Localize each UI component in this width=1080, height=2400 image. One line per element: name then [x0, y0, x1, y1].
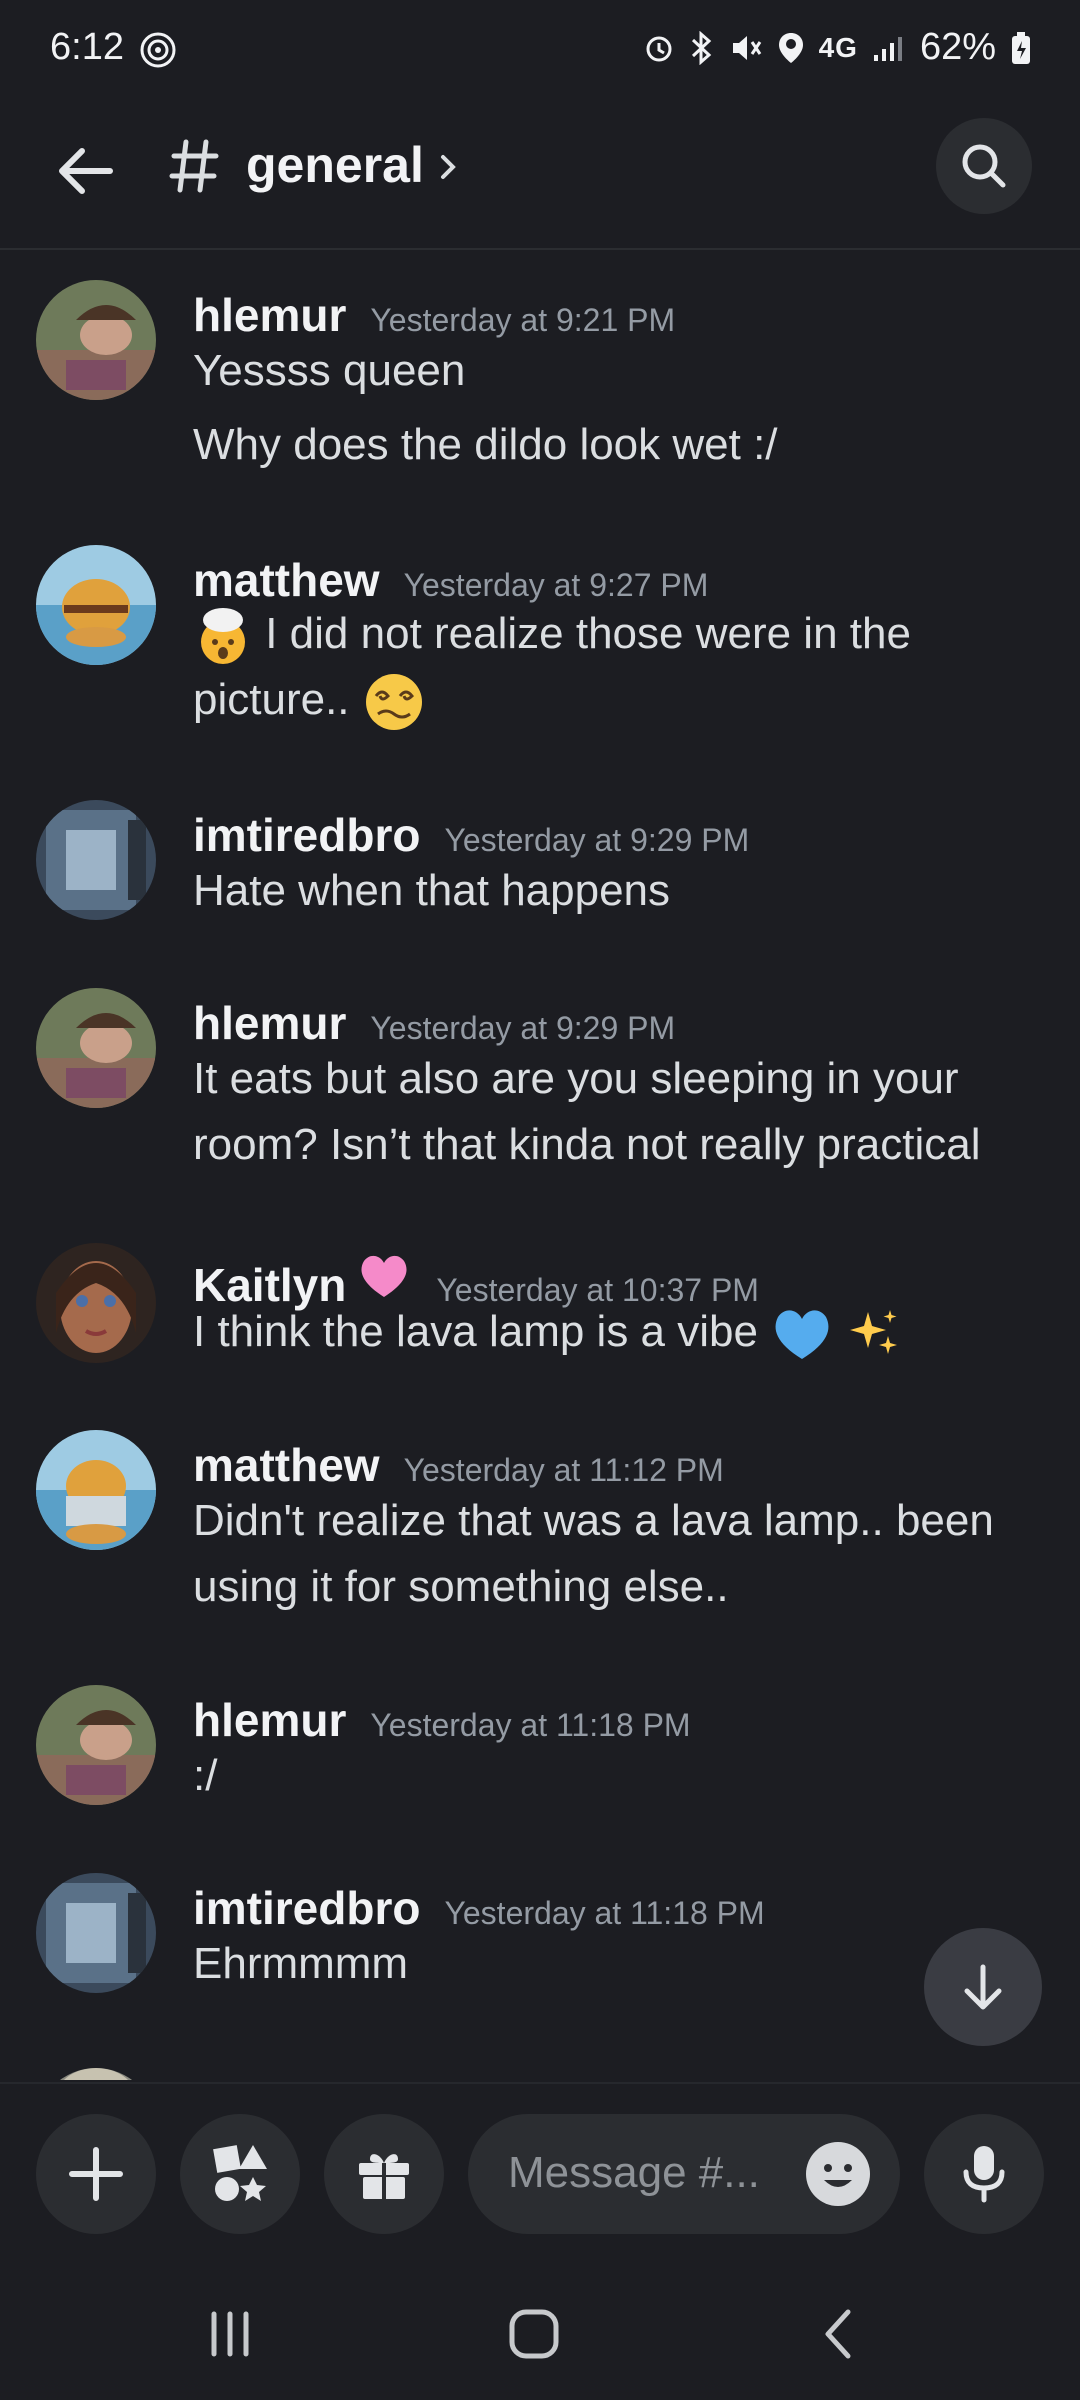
message-input-placeholder: Message #... — [508, 2148, 760, 2197]
username[interactable]: imtiredbro — [193, 1881, 420, 1935]
signal-icon — [872, 33, 906, 63]
pink-heart-emoji-icon — [361, 1255, 407, 1297]
username[interactable]: hlemur — [193, 1693, 346, 1747]
message-text: Didn't realize that was a lava lamp.. be… — [193, 1496, 994, 1545]
avatar[interactable] — [36, 988, 156, 1108]
location-icon — [777, 31, 805, 65]
username[interactable]: hlemur — [193, 996, 346, 1050]
message-text: Why does the dildo look wet :/ — [193, 420, 778, 469]
timestamp: Yesterday at 11:12 PM — [403, 1452, 724, 1488]
timestamp: Yesterday at 9:29 PM — [370, 1010, 676, 1046]
chevron-right-icon[interactable] — [438, 152, 458, 182]
message-text: :/ — [193, 1751, 218, 1800]
apps-button[interactable] — [180, 2114, 300, 2234]
back-nav-icon[interactable] — [810, 2304, 870, 2364]
message-text-line: I did not realize those were in the — [193, 601, 911, 667]
channel-name[interactable]: general — [246, 136, 424, 194]
message-text-line: picture.. — [193, 667, 426, 734]
avatar[interactable] — [36, 280, 156, 400]
status-icons: 4G 62% — [643, 26, 1032, 69]
timestamp: Yesterday at 9:21 PM — [370, 302, 676, 338]
username[interactable]: matthew — [193, 1438, 380, 1492]
avatar[interactable] — [36, 545, 156, 665]
message-composer: Message #... — [0, 2082, 1080, 2270]
message-text: room? Isn’t that kinda not really practi… — [193, 1120, 981, 1169]
timestamp: Yesterday at 9:29 PM — [444, 822, 750, 858]
username[interactable]: hlemur — [193, 288, 346, 342]
exploding-head-emoji-icon — [201, 608, 245, 665]
timestamp: Yesterday at 9:27 PM — [403, 567, 709, 603]
hash-icon — [169, 139, 219, 193]
blue-heart-emoji-icon — [775, 1310, 829, 1360]
message-text: using it for something else.. — [193, 1562, 729, 1611]
battery-percent: 62% — [919, 26, 996, 68]
hotspot-icon — [140, 32, 176, 68]
mute-icon — [729, 31, 763, 65]
system-navigation-bar — [0, 2268, 1080, 2400]
avatar[interactable] — [36, 1685, 156, 1805]
message-text: I think the lava lamp is a vibe — [193, 1307, 758, 1356]
avatar[interactable] — [36, 2068, 156, 2080]
gift-icon — [359, 2154, 409, 2199]
search-button[interactable] — [936, 118, 1032, 214]
bluetooth-icon — [689, 30, 715, 65]
home-icon[interactable] — [504, 2304, 564, 2364]
search-icon — [962, 144, 1006, 188]
message-text: Yessss queen — [193, 346, 466, 395]
message-text: It eats but also are you sleeping in you… — [193, 1054, 959, 1103]
alarm-icon — [643, 32, 675, 64]
gift-button[interactable] — [324, 2114, 444, 2234]
message-text: Ehrmmmm — [193, 1939, 409, 1988]
message-input[interactable]: Message #... — [468, 2114, 900, 2234]
network-type: 4G — [818, 31, 858, 63]
apps-icon — [213, 2145, 267, 2201]
voice-message-button[interactable] — [924, 2114, 1044, 2234]
avatar[interactable] — [36, 1873, 156, 1993]
timestamp: Yesterday at 11:18 PM — [370, 1707, 691, 1743]
channel-header: general — [0, 100, 1080, 250]
timestamp: Yesterday at 11:18 PM — [444, 1895, 765, 1931]
message-text: picture.. — [193, 675, 350, 724]
status-bar: 6:12 4G 62% — [0, 0, 1080, 100]
plus-icon — [69, 2147, 123, 2201]
avatar[interactable] — [36, 800, 156, 920]
emoji-icon[interactable] — [804, 2140, 872, 2208]
add-attachment-button[interactable] — [36, 2114, 156, 2234]
dizzy-face-emoji-icon — [365, 674, 422, 731]
message-text-line: I think the lava lamp is a vibe — [193, 1299, 902, 1365]
avatar[interactable] — [36, 1243, 156, 1363]
battery-icon — [1010, 31, 1032, 65]
jump-to-latest-button[interactable] — [924, 1928, 1042, 2046]
message-text: Hate when that happens — [193, 866, 671, 915]
sparkles-emoji-icon — [850, 1310, 898, 1355]
username[interactable]: matthew — [193, 553, 380, 607]
status-time: 6:12 — [50, 26, 124, 68]
arrow-down-icon — [964, 1964, 1002, 2010]
back-arrow-icon[interactable] — [50, 136, 120, 206]
message-text: I did not realize those were in the — [265, 609, 911, 658]
recents-icon[interactable] — [200, 2304, 260, 2364]
microphone-icon — [963, 2146, 1005, 2203]
avatar[interactable] — [36, 1430, 156, 1550]
username[interactable]: imtiredbro — [193, 808, 420, 862]
message-list[interactable]: hlemur Yesterday at 9:21 PM Yessss queen… — [0, 250, 1080, 2080]
